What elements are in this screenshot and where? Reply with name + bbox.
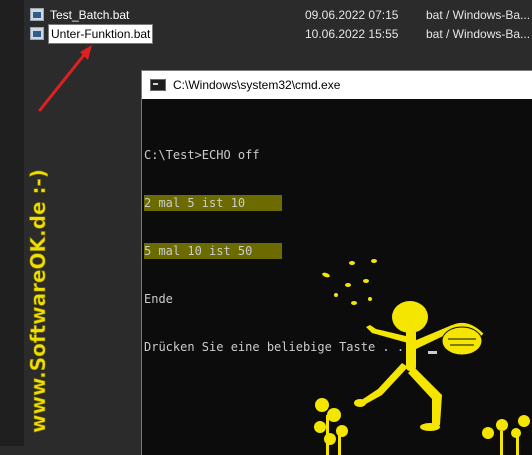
softwareok-watermark: www.SoftwareOK.de :-) (26, 169, 51, 434)
file-row-test-batch[interactable]: Test_Batch.bat 09.06.2022 07:15 bat / Wi… (30, 6, 532, 24)
file-row-unter-funktion[interactable]: Unter-Funktion.bat 10.06.2022 15:55 bat … (30, 24, 532, 44)
console-line-highlight: 5 mal 10 ist 50 (144, 243, 282, 259)
cmd-window-icon (150, 79, 166, 91)
file-date: 10.06.2022 15:55 (305, 27, 399, 41)
file-date: 09.06.2022 07:15 (305, 8, 399, 22)
cmd-window[interactable]: C:\Windows\system32\cmd.exe C:\Test>ECHO… (141, 70, 532, 455)
console-line: C:\Test>ECHO off (144, 148, 260, 162)
cmd-title: C:\Windows\system32\cmd.exe (173, 78, 341, 92)
watermark-text: www.SoftwareOK.de :-) (26, 169, 50, 433)
file-type: bat / Windows-Ba... (426, 27, 531, 41)
explorer-status-strip (0, 446, 141, 455)
console-line-highlight: 2 mal 5 ist 10 (144, 195, 282, 211)
file-type: bat / Windows-Ba... (426, 8, 531, 22)
cmd-titlebar[interactable]: C:\Windows\system32\cmd.exe (142, 71, 532, 99)
bat-file-icon (30, 27, 44, 40)
running-figure-clipart (314, 259, 530, 455)
file-name: Test_Batch.bat (50, 8, 130, 22)
bat-file-icon (30, 8, 44, 21)
